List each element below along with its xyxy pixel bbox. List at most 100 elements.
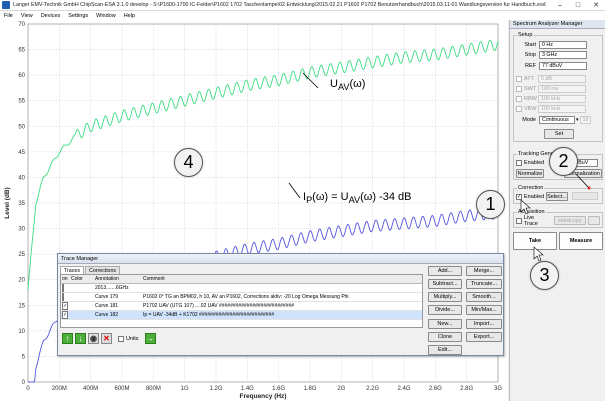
rbw-label: RBW bbox=[524, 96, 537, 102]
ip-annotation-label: IP(ω) = UAV(ω) -34 dB bbox=[303, 191, 412, 205]
y-tick-label: 45 bbox=[18, 150, 25, 156]
take-button[interactable]: Take bbox=[513, 232, 557, 250]
y-tick-label: 35 bbox=[18, 201, 25, 207]
x-tick-label: 2.8G bbox=[460, 386, 473, 392]
hardcopy-options-button[interactable] bbox=[588, 216, 600, 225]
start-input[interactable]: 0 Hz bbox=[539, 41, 587, 49]
rbw-input[interactable]: 100 kHz bbox=[538, 95, 586, 103]
trace-visible-checkbox[interactable]: ✓ bbox=[62, 311, 69, 319]
x-tick-label: 200M bbox=[52, 386, 67, 392]
window-title: Langer EMV-Technik GmbH ChipScan-ESA 3.1… bbox=[13, 2, 546, 8]
y-tick-label: 60 bbox=[18, 73, 25, 79]
trace-toolbar: ↑ ↓ ◉ ✕ Units → bbox=[62, 333, 158, 344]
stop-input[interactable]: 3 GHz bbox=[539, 51, 587, 59]
uav-annotation-text: UAV(ω) bbox=[330, 78, 366, 93]
select-button[interactable]: Select... bbox=[546, 192, 568, 201]
vbw-label: VBW bbox=[524, 106, 537, 112]
table-row[interactable]: ✓ Curve 182 Ip = UAV -34dB + K1702 #####… bbox=[61, 311, 422, 320]
clone-button[interactable]: Clone bbox=[428, 332, 462, 342]
correction-group: Correction ✓ Enabled Select... bbox=[513, 185, 603, 204]
table-row[interactable]: 2013.......6GHz bbox=[61, 284, 422, 293]
min-max-button[interactable]: Min/Max... bbox=[466, 305, 502, 315]
correction-enabled-label: Enabled bbox=[524, 194, 545, 200]
column-annotation[interactable]: Annotation bbox=[93, 276, 141, 282]
move-down-icon[interactable]: ↓ bbox=[75, 333, 86, 344]
menu-devices[interactable]: Devices bbox=[41, 13, 61, 19]
merge-button[interactable]: Merge... bbox=[466, 266, 502, 276]
callout-1: 1 bbox=[476, 190, 505, 219]
tg-enabled-checkbox[interactable] bbox=[516, 160, 522, 166]
menu-file[interactable]: File bbox=[4, 13, 13, 19]
trace-visible-checkbox[interactable]: ✓ bbox=[62, 302, 69, 310]
subtract-button[interactable]: Subtract... bbox=[428, 279, 462, 289]
vbw-input[interactable]: 100 kHz bbox=[538, 105, 586, 113]
export-button[interactable]: Export... bbox=[466, 332, 502, 342]
x-tick-label: 800M bbox=[146, 386, 161, 392]
y-tick-label: 5 bbox=[22, 354, 26, 360]
units-checkbox[interactable] bbox=[118, 335, 124, 342]
trace-annotation: Curve 181 bbox=[95, 303, 119, 309]
x-tick-label: 2.4G bbox=[397, 386, 410, 392]
column-comment[interactable]: Comment bbox=[141, 276, 422, 282]
mode-select[interactable]: Continuous bbox=[539, 116, 575, 124]
menu-window[interactable]: Window bbox=[96, 13, 116, 19]
ref-input[interactable]: 77 dBuV bbox=[539, 62, 587, 70]
import-button[interactable]: Import... bbox=[466, 319, 502, 329]
trace-visible-checkbox[interactable] bbox=[62, 293, 64, 301]
trace-visible-checkbox[interactable] bbox=[62, 284, 64, 292]
vbw-checkbox[interactable] bbox=[516, 106, 522, 112]
mode-count-input[interactable]: 10 bbox=[579, 116, 591, 124]
callout-4: 4 bbox=[174, 148, 203, 177]
close-icon[interactable]: ✕ bbox=[587, 0, 605, 10]
normalize-button[interactable]: Normalize bbox=[516, 169, 544, 178]
swt-label: SWT bbox=[524, 86, 537, 92]
y-tick-label: 25 bbox=[18, 252, 25, 258]
mode-label: Mode bbox=[522, 117, 536, 123]
correction-file-field[interactable] bbox=[572, 192, 598, 200]
hardcopy-button[interactable]: Hardcopy bbox=[554, 216, 586, 225]
acquisition-group: Acquisition Live Trace Hardcopy bbox=[513, 209, 603, 228]
y-tick-label: 0 bbox=[22, 380, 26, 386]
rbw-checkbox[interactable] bbox=[516, 96, 522, 102]
y-tick-label: 55 bbox=[18, 99, 25, 105]
smooth-button[interactable]: Smooth... bbox=[466, 292, 502, 302]
maximize-icon[interactable]: □ bbox=[569, 0, 587, 10]
x-tick-label: 2G bbox=[337, 386, 345, 392]
menu-settings[interactable]: Settings bbox=[68, 13, 88, 19]
app-icon bbox=[2, 1, 10, 9]
add-button[interactable]: Add... bbox=[428, 266, 462, 276]
x-axis-label: Frequency (Hz) bbox=[240, 393, 287, 400]
show-all-icon[interactable]: ◉ bbox=[88, 333, 99, 344]
live-trace-checkbox[interactable] bbox=[516, 218, 522, 224]
setup-label: Setup bbox=[517, 32, 534, 38]
y-tick-label: 10 bbox=[18, 329, 25, 335]
apply-arrow-icon[interactable]: → bbox=[144, 333, 156, 344]
table-row[interactable]: ✓ Curve 181 P1702 UAV (UTG 107) ....02 U… bbox=[61, 302, 422, 311]
chevron-down-icon[interactable]: ▾ bbox=[576, 117, 579, 123]
x-tick-label: 1G bbox=[181, 386, 189, 392]
set-button[interactable]: Set bbox=[544, 129, 574, 139]
menu-help[interactable]: Help bbox=[124, 13, 135, 19]
new-button[interactable]: New... bbox=[428, 319, 462, 329]
column-color[interactable]: Color bbox=[70, 275, 93, 283]
move-up-icon[interactable]: ↑ bbox=[62, 333, 73, 344]
multiply-button[interactable]: Multiply... bbox=[428, 292, 462, 302]
menu-view[interactable]: View bbox=[21, 13, 33, 19]
divide-button[interactable]: Divide... bbox=[428, 305, 462, 315]
att-input[interactable]: 5 dB bbox=[538, 75, 586, 83]
table-row[interactable]: Curve 179 P1602 0° TG an BPM02, h 10, AV… bbox=[61, 293, 422, 302]
column-on[interactable]: on bbox=[61, 276, 70, 282]
x-tick-label: 3G bbox=[494, 386, 502, 392]
swt-input[interactable]: 100 ms bbox=[538, 85, 586, 93]
hide-all-icon[interactable]: ✕ bbox=[101, 333, 112, 344]
measure-button[interactable]: Measure bbox=[559, 232, 603, 250]
trace-comment: P1702 UAV (UTG 107) ....02 UAV #########… bbox=[143, 303, 295, 309]
stop-label: Stop bbox=[524, 52, 536, 58]
att-checkbox[interactable] bbox=[516, 76, 522, 82]
truncate-button[interactable]: Truncate... bbox=[466, 279, 502, 289]
att-label: ATT bbox=[524, 76, 534, 82]
correction-enabled-checkbox[interactable]: ✓ bbox=[516, 194, 522, 200]
minimize-icon[interactable]: – bbox=[551, 0, 569, 10]
edit-button[interactable]: Edit... bbox=[428, 345, 462, 355]
swt-checkbox[interactable] bbox=[516, 86, 522, 92]
